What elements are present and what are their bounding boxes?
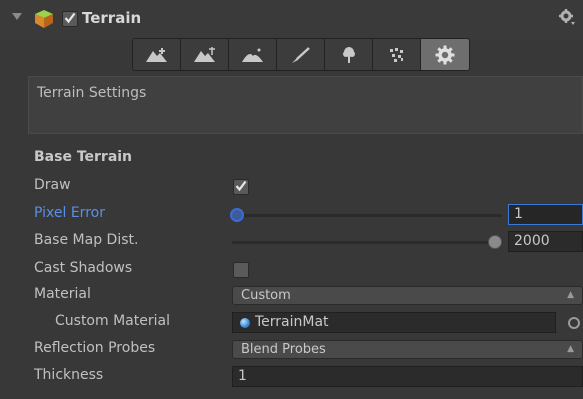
reflection-probes-label: Reflection Probes [34, 340, 156, 356]
gear-icon [435, 45, 455, 64]
draw-row: Draw [0, 175, 583, 199]
tool-paint-texture[interactable] [277, 39, 325, 70]
help-text: Terrain Settings [37, 85, 147, 101]
base-map-dist-field[interactable]: 2000 [508, 231, 583, 252]
component-header: Terrain [0, 0, 583, 40]
tool-terrain-settings[interactable] [421, 39, 469, 70]
cast-shadows-row: Cast Shadows [0, 258, 583, 282]
reflection-probes-dropdown[interactable]: Blend Probes ▲ [232, 340, 583, 359]
draw-label: Draw [34, 177, 71, 193]
enabled-checkbox[interactable] [62, 11, 78, 27]
pixel-error-slider[interactable] [232, 214, 502, 217]
dropdown-arrows-icon: ▲ [567, 290, 574, 300]
tool-smooth-height[interactable] [229, 39, 277, 70]
gear-icon[interactable] [558, 8, 576, 26]
material-value: Custom [241, 288, 291, 303]
base-map-dist-slider[interactable] [232, 241, 502, 244]
base-map-dist-slider-thumb[interactable] [488, 235, 502, 249]
custom-material-value: TerrainMat [255, 314, 329, 330]
mountain-smooth-icon [241, 48, 263, 62]
tool-raise-lower-terrain[interactable] [133, 39, 181, 70]
reflection-probes-row: Reflection Probes Blend Probes ▲ [0, 338, 583, 362]
cast-shadows-label: Cast Shadows [34, 260, 133, 276]
section-title: Base Terrain [34, 149, 133, 165]
thickness-row: Thickness 1 [0, 365, 583, 389]
cast-shadows-checkbox[interactable] [233, 262, 249, 278]
material-dropdown[interactable]: Custom ▲ [232, 286, 583, 305]
base-map-dist-label: Base Map Dist. [34, 232, 139, 248]
thickness-label: Thickness [34, 367, 104, 383]
custom-material-label: Custom Material [55, 313, 170, 329]
thickness-field[interactable]: 1 [232, 366, 583, 387]
terrain-inspector: Terrain Terrain Settings Base Terrain Dr… [0, 0, 583, 399]
tool-paint-height[interactable] [181, 39, 229, 70]
material-label: Material [34, 286, 91, 302]
draw-checkbox[interactable] [233, 179, 249, 195]
base-map-dist-row: Base Map Dist. 2000 [0, 230, 583, 254]
pixel-error-slider-thumb[interactable] [230, 208, 244, 222]
mountain-up-icon [145, 47, 167, 62]
custom-material-row: Custom Material TerrainMat [0, 311, 583, 335]
pixel-error-field[interactable]: 1 [508, 204, 583, 225]
object-picker-icon[interactable] [568, 317, 580, 329]
component-title: Terrain [82, 9, 142, 27]
tool-paint-details[interactable] [373, 39, 421, 70]
pixel-error-label: Pixel Error [34, 205, 105, 221]
custom-material-field[interactable]: TerrainMat [232, 312, 556, 333]
terrain-cube-icon [35, 10, 53, 28]
grass-icon [389, 47, 403, 62]
help-box: Terrain Settings [28, 76, 583, 134]
material-sphere-icon [240, 318, 250, 328]
foldout-arrow-icon[interactable] [12, 13, 22, 20]
tool-place-trees[interactable] [325, 39, 373, 70]
pixel-error-row: Pixel Error 1 [0, 203, 583, 227]
terrain-tools-toolbar [132, 38, 470, 71]
dropdown-arrows-icon: ▲ [567, 344, 574, 354]
tree-icon [342, 46, 355, 63]
brush-icon [291, 46, 310, 63]
reflection-probes-value: Blend Probes [241, 342, 326, 357]
mountain-height-icon [193, 46, 215, 62]
material-row: Material Custom ▲ [0, 284, 583, 308]
